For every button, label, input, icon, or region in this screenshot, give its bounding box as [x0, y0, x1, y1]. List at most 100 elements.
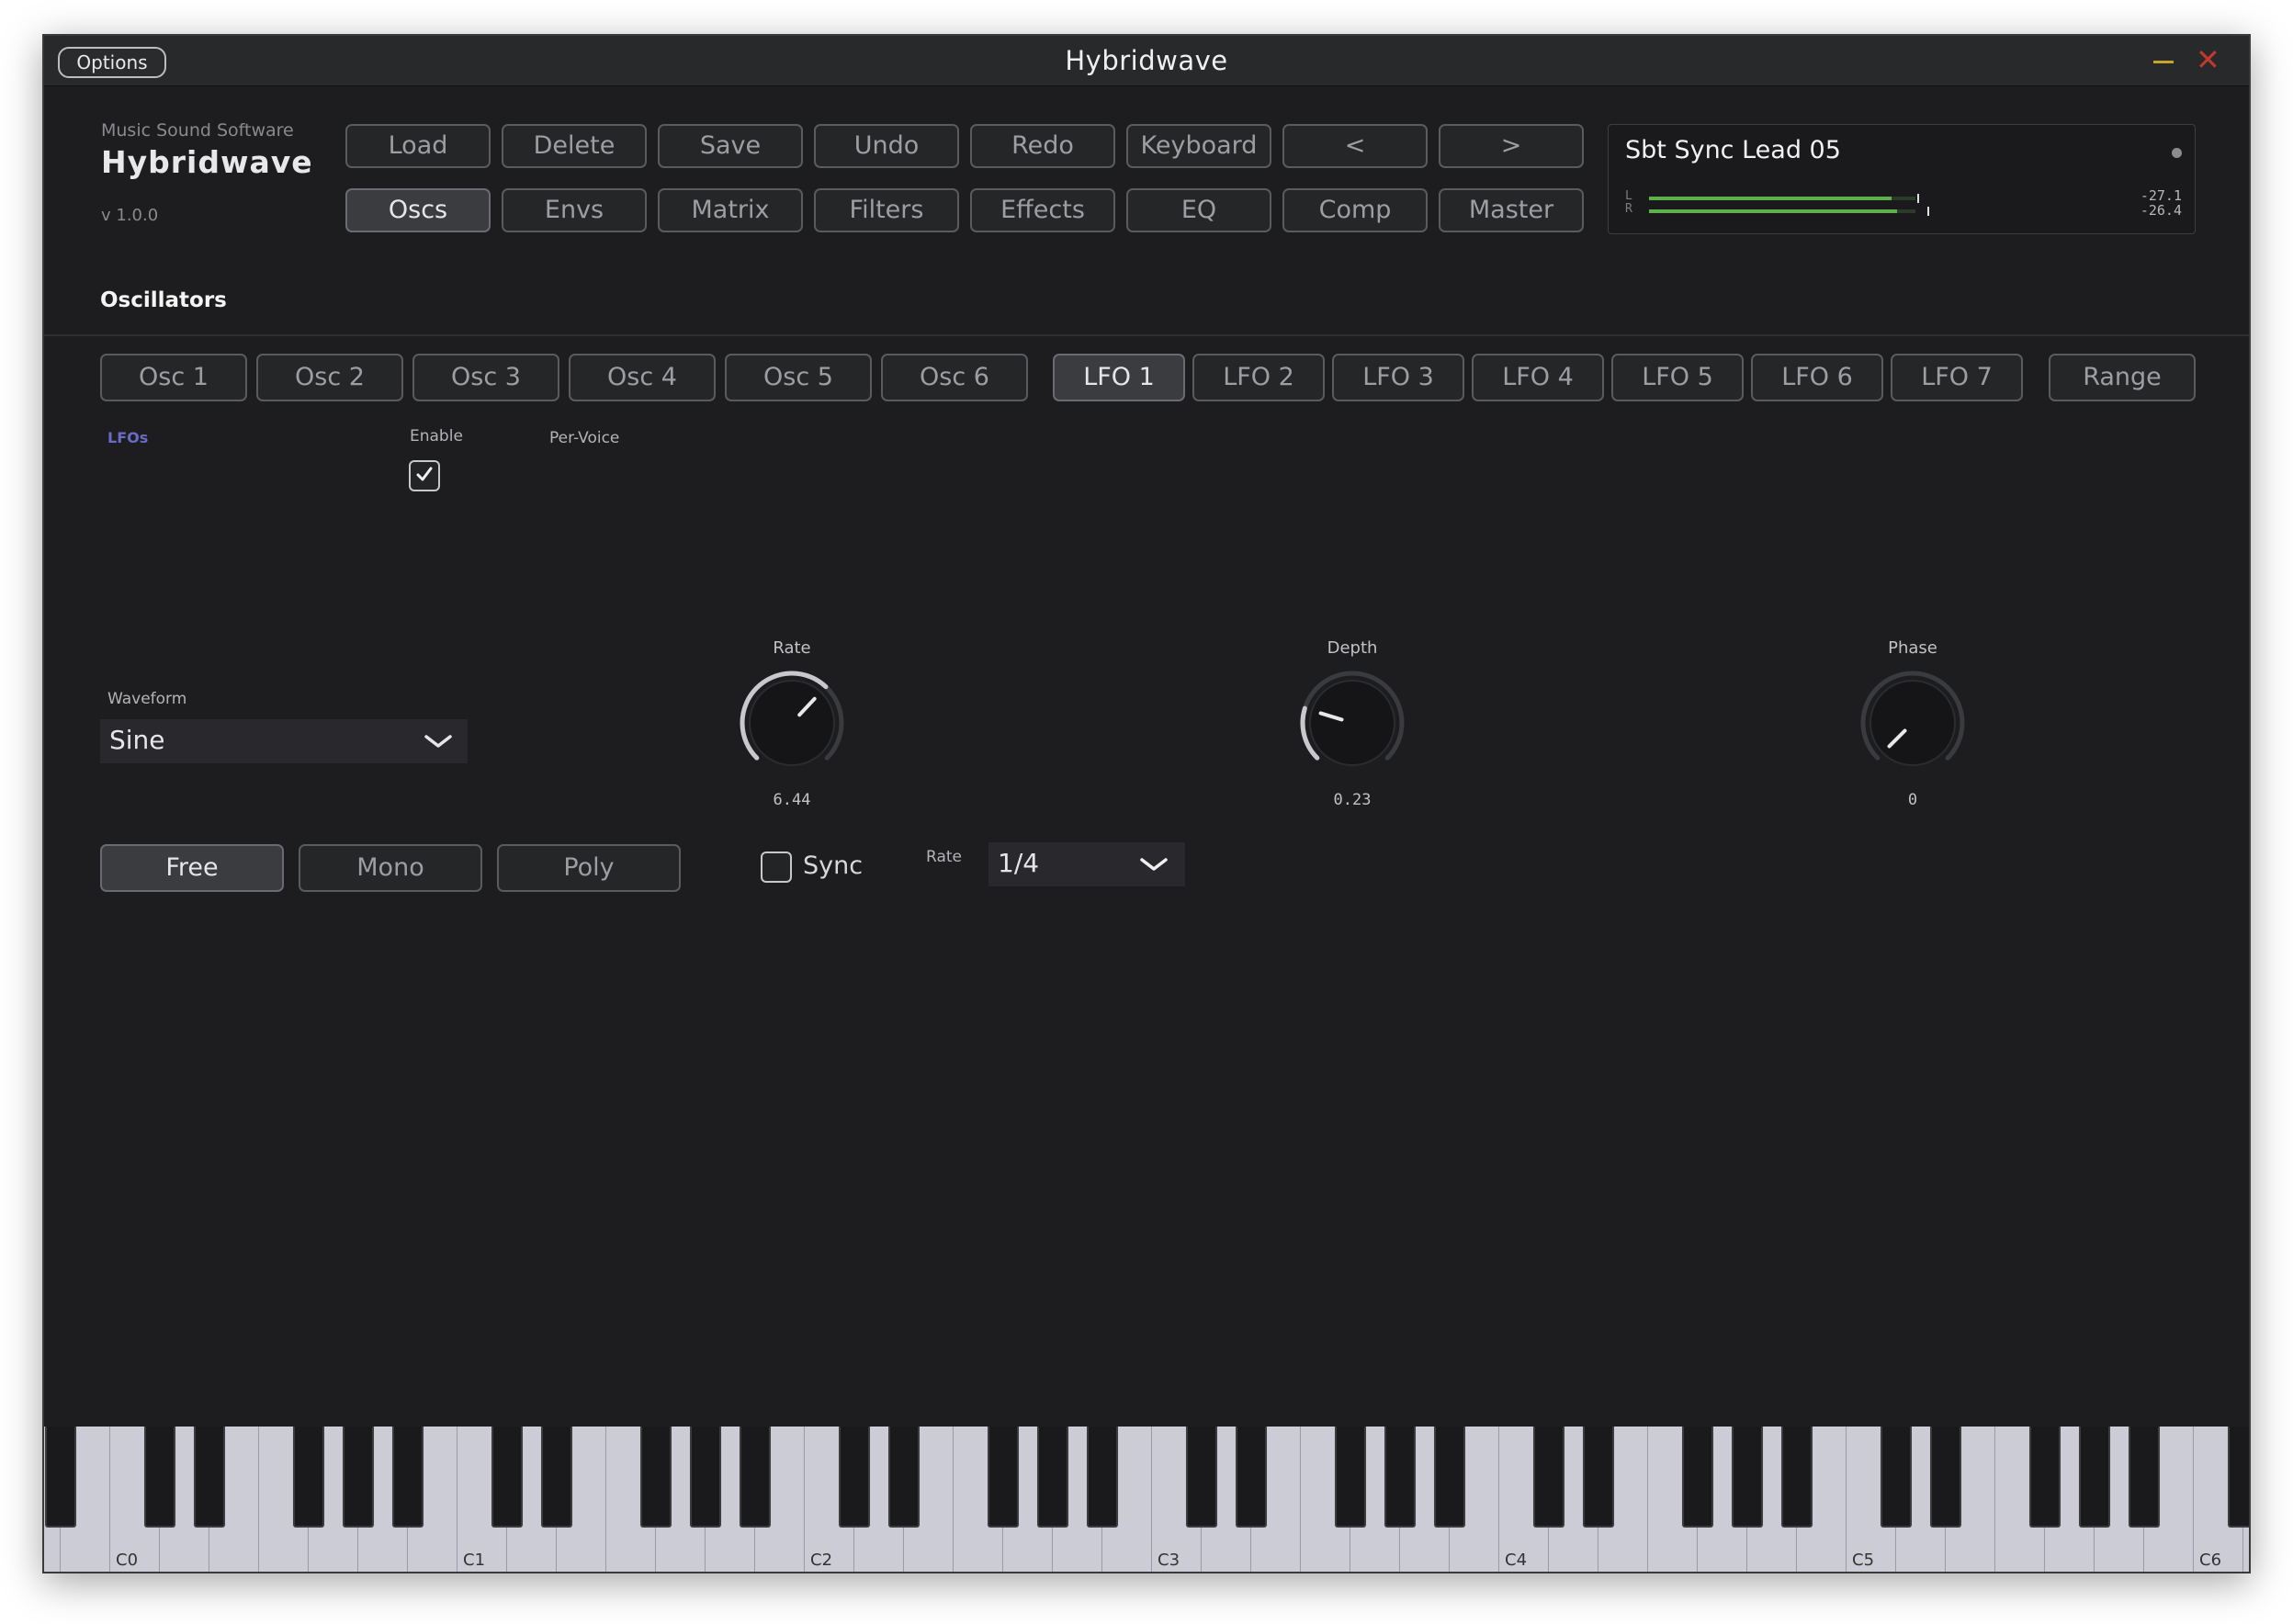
window-title: Hybridwave: [1065, 45, 1228, 76]
tab-range[interactable]: Range: [2049, 354, 2196, 401]
black-key[interactable]: [2029, 1427, 2061, 1528]
prev-preset-button[interactable]: <: [1282, 124, 1428, 168]
black-key[interactable]: [1037, 1427, 1068, 1528]
black-key[interactable]: [2079, 1427, 2110, 1528]
black-key[interactable]: [293, 1427, 324, 1528]
tab-effects[interactable]: Effects: [970, 188, 1115, 232]
tab-osc-4[interactable]: Osc 4: [569, 354, 716, 401]
piano-keyboard[interactable]: C0 C1 C2 C3 C4 C5 C6: [44, 1427, 2249, 1572]
tab-osc-5[interactable]: Osc 5: [725, 354, 872, 401]
title-bar: Options Hybridwave ✕: [44, 36, 2249, 86]
black-key[interactable]: [640, 1427, 672, 1528]
black-key[interactable]: [1583, 1427, 1614, 1528]
phase-knob[interactable]: [1856, 666, 1970, 780]
tab-filters[interactable]: Filters: [814, 188, 959, 232]
tab-lfo-3[interactable]: LFO 3: [1332, 354, 1464, 401]
black-key[interactable]: [194, 1427, 225, 1528]
preset-name: Sbt Sync Lead 05: [1625, 136, 1841, 164]
black-key[interactable]: [1236, 1427, 1267, 1528]
redo-button[interactable]: Redo: [970, 124, 1115, 168]
octave-label: C1: [463, 1551, 486, 1570]
tab-comp[interactable]: Comp: [1282, 188, 1428, 232]
black-key[interactable]: [1781, 1427, 1813, 1528]
chevron-down-icon: [424, 735, 452, 748]
black-key[interactable]: [1186, 1427, 1217, 1528]
tab-eq[interactable]: EQ: [1126, 188, 1271, 232]
black-key[interactable]: [1384, 1427, 1416, 1528]
black-key[interactable]: [1732, 1427, 1763, 1528]
per-voice-label: Per-Voice: [549, 429, 620, 447]
rate-knob-value: 6.44: [773, 791, 811, 809]
black-key[interactable]: [2228, 1427, 2249, 1528]
tab-osc-2[interactable]: Osc 2: [256, 354, 403, 401]
black-key[interactable]: [690, 1427, 721, 1528]
load-button[interactable]: Load: [345, 124, 491, 168]
delete-button[interactable]: Delete: [502, 124, 647, 168]
preset-display[interactable]: Sbt Sync Lead 05 L R -27.1 -26.4: [1608, 124, 2196, 234]
tab-master[interactable]: Master: [1439, 188, 1584, 232]
black-key[interactable]: [343, 1427, 374, 1528]
rate-knob[interactable]: [735, 666, 849, 780]
tab-osc-1[interactable]: Osc 1: [100, 354, 247, 401]
tab-lfo-6[interactable]: LFO 6: [1751, 354, 1883, 401]
meter-left-label: L: [1625, 189, 1632, 203]
sync-rate-label: Rate: [926, 848, 962, 866]
mode-poly-button[interactable]: Poly: [497, 844, 681, 892]
checkmark-icon: [416, 467, 433, 481]
phase-knob-label: Phase: [1888, 638, 1937, 658]
enable-checkbox[interactable]: [409, 460, 440, 491]
black-key[interactable]: [839, 1427, 870, 1528]
tab-osc-3[interactable]: Osc 3: [412, 354, 559, 401]
mode-free-button[interactable]: Free: [100, 844, 284, 892]
black-key[interactable]: [1533, 1427, 1564, 1528]
black-key[interactable]: [45, 1427, 76, 1528]
black-key[interactable]: [988, 1427, 1019, 1528]
waveform-dropdown[interactable]: Sine: [100, 719, 468, 763]
tab-lfo-1[interactable]: LFO 1: [1053, 354, 1185, 401]
phase-knob-value: 0: [1907, 791, 1918, 809]
sync-rate-dropdown[interactable]: 1/4: [988, 842, 1185, 886]
black-key[interactable]: [144, 1427, 175, 1528]
black-key[interactable]: [541, 1427, 572, 1528]
minimize-icon[interactable]: [2153, 61, 2174, 63]
section-divider: [44, 334, 2249, 336]
next-preset-button[interactable]: >: [1439, 124, 1584, 168]
close-icon[interactable]: ✕: [2196, 45, 2220, 74]
sync-label: Sync: [803, 851, 864, 880]
meter-left-peak: [1917, 194, 1919, 203]
tab-lfo-5[interactable]: LFO 5: [1611, 354, 1744, 401]
depth-knob-value: 0.23: [1333, 791, 1372, 809]
octave-label: C2: [810, 1551, 833, 1570]
black-key[interactable]: [1434, 1427, 1465, 1528]
black-key[interactable]: [1930, 1427, 1961, 1528]
black-key[interactable]: [888, 1427, 920, 1528]
octave-label: C3: [1158, 1551, 1180, 1570]
black-key[interactable]: [392, 1427, 424, 1528]
black-key[interactable]: [1087, 1427, 1118, 1528]
depth-knob[interactable]: [1295, 666, 1409, 780]
sync-checkbox[interactable]: [761, 851, 792, 883]
black-key[interactable]: [1335, 1427, 1366, 1528]
tab-envs[interactable]: Envs: [502, 188, 647, 232]
meter-right-label: R: [1625, 202, 1632, 216]
tab-osc-6[interactable]: Osc 6: [881, 354, 1028, 401]
black-key[interactable]: [1682, 1427, 1713, 1528]
tab-oscs[interactable]: Oscs: [345, 188, 491, 232]
save-button[interactable]: Save: [658, 124, 803, 168]
tab-lfo-4[interactable]: LFO 4: [1472, 354, 1604, 401]
tab-lfo-7[interactable]: LFO 7: [1891, 354, 2023, 401]
waveform-value: Sine: [109, 725, 165, 755]
rate-knob-label: Rate: [773, 638, 811, 658]
lfos-group-label: LFOs: [107, 429, 149, 446]
mode-mono-button[interactable]: Mono: [299, 844, 482, 892]
black-key[interactable]: [491, 1427, 523, 1528]
tab-lfo-2[interactable]: LFO 2: [1192, 354, 1325, 401]
tab-matrix[interactable]: Matrix: [658, 188, 803, 232]
black-key[interactable]: [740, 1427, 771, 1528]
plugin-window: Options Hybridwave ✕ Music Sound Softwar…: [42, 34, 2251, 1573]
keyboard-button[interactable]: Keyboard: [1126, 124, 1271, 168]
black-key[interactable]: [1881, 1427, 1912, 1528]
black-key[interactable]: [2129, 1427, 2160, 1528]
meter-left-fill: [1649, 197, 1892, 200]
undo-button[interactable]: Undo: [814, 124, 959, 168]
